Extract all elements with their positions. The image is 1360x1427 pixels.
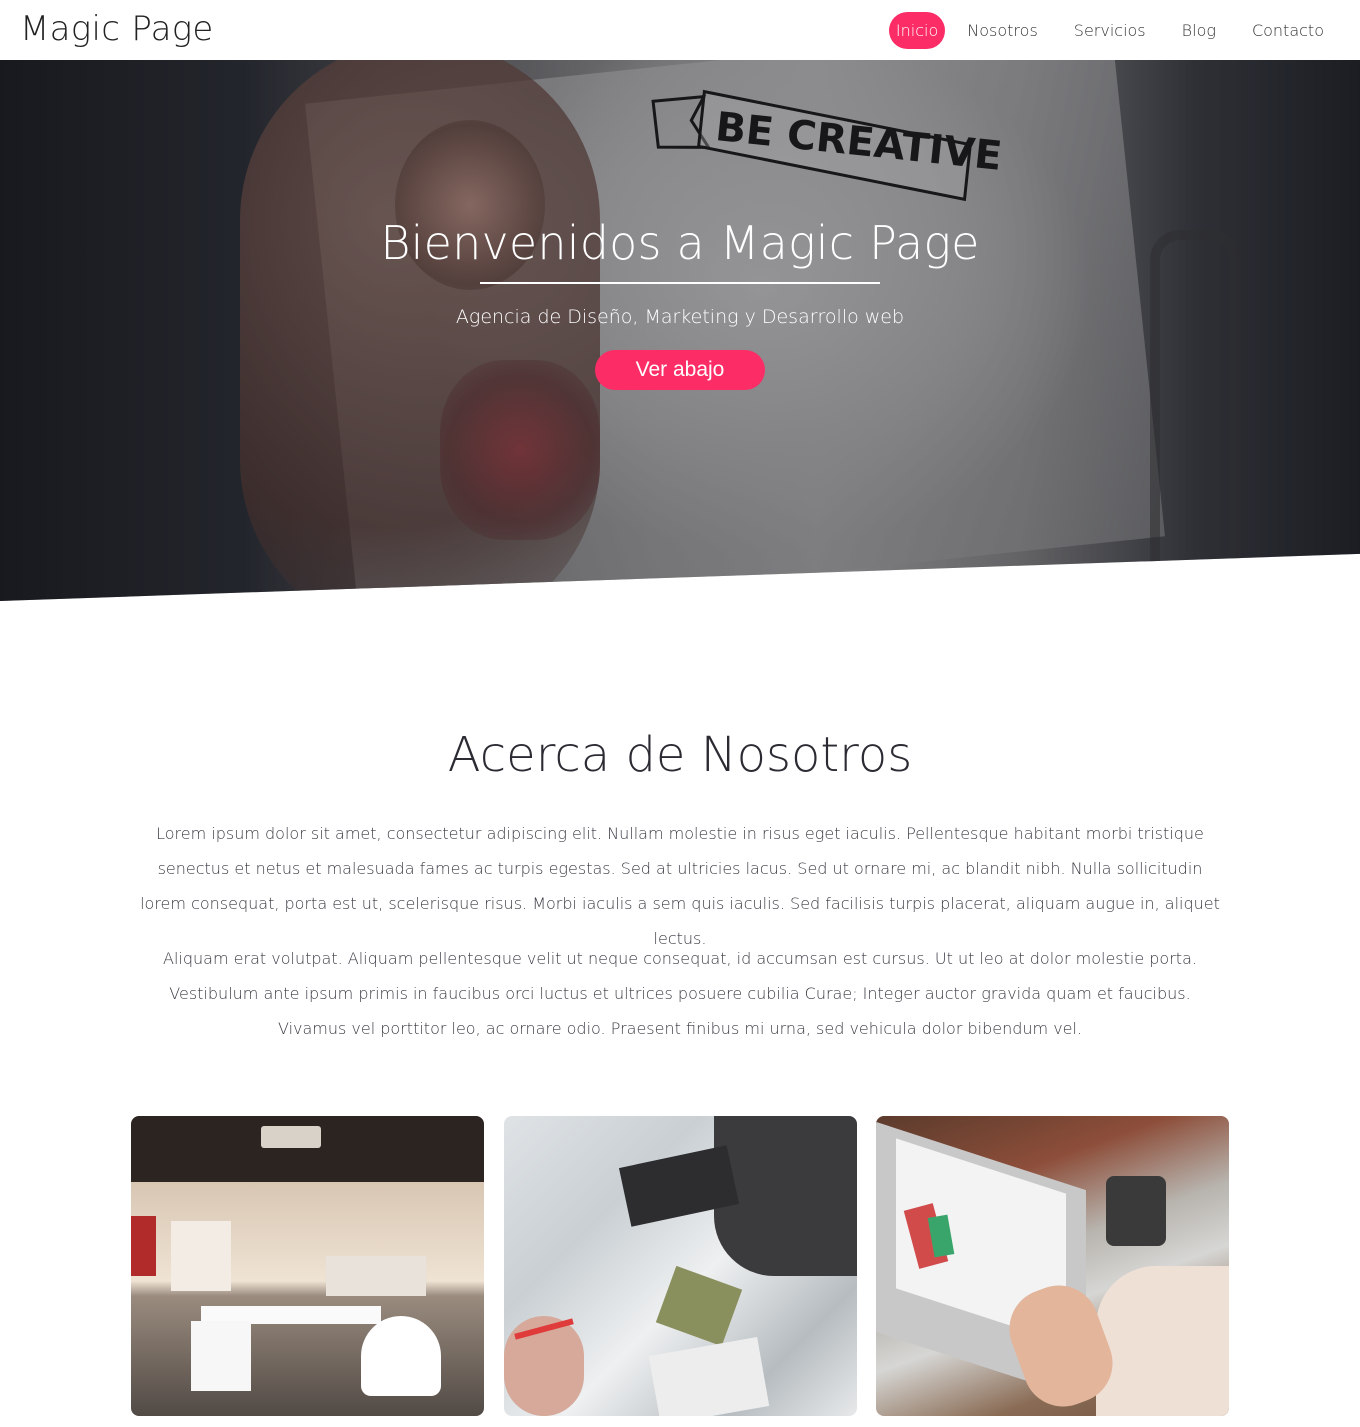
hero-divider bbox=[480, 282, 880, 284]
hero-content: Bienvenidos a Magic Page Agencia de Dise… bbox=[0, 60, 1360, 601]
office-photo bbox=[131, 1116, 484, 1416]
main-nav: Inicio Nosotros Servicios Blog Contacto bbox=[877, 12, 1338, 49]
nav-item-contacto[interactable]: Contacto bbox=[1238, 12, 1338, 49]
about-paragraph-2: Aliquam erat volutpat. Aliquam pellentes… bbox=[163, 949, 1197, 1038]
hero-section: BE CREATIVE Bienvenidos a Magic Page Age… bbox=[0, 60, 1360, 601]
nav-item-servicios[interactable]: Servicios bbox=[1060, 12, 1160, 49]
hero-title: Bienvenidos a Magic Page bbox=[380, 216, 980, 270]
about-title: Acerca de Nosotros bbox=[447, 727, 913, 783]
nav-item-blog[interactable]: Blog bbox=[1168, 12, 1230, 49]
scroll-down-button[interactable]: Ver abajo bbox=[595, 350, 765, 390]
navbar: Magic Page Inicio Nosotros Servicios Blo… bbox=[0, 0, 1360, 60]
site-logo[interactable]: Magic Page bbox=[20, 9, 214, 49]
about-paragraph-1: Lorem ipsum dolor sit amet, consectetur … bbox=[140, 824, 1220, 948]
nav-item-inicio[interactable]: Inicio bbox=[888, 12, 946, 49]
about-gallery bbox=[131, 1116, 1229, 1416]
nav-item-nosotros[interactable]: Nosotros bbox=[953, 12, 1052, 49]
hero-subtitle: Agencia de Diseño, Marketing y Desarroll… bbox=[455, 306, 905, 328]
design-work-photo bbox=[503, 1116, 857, 1416]
laptop-photo bbox=[876, 1116, 1229, 1416]
